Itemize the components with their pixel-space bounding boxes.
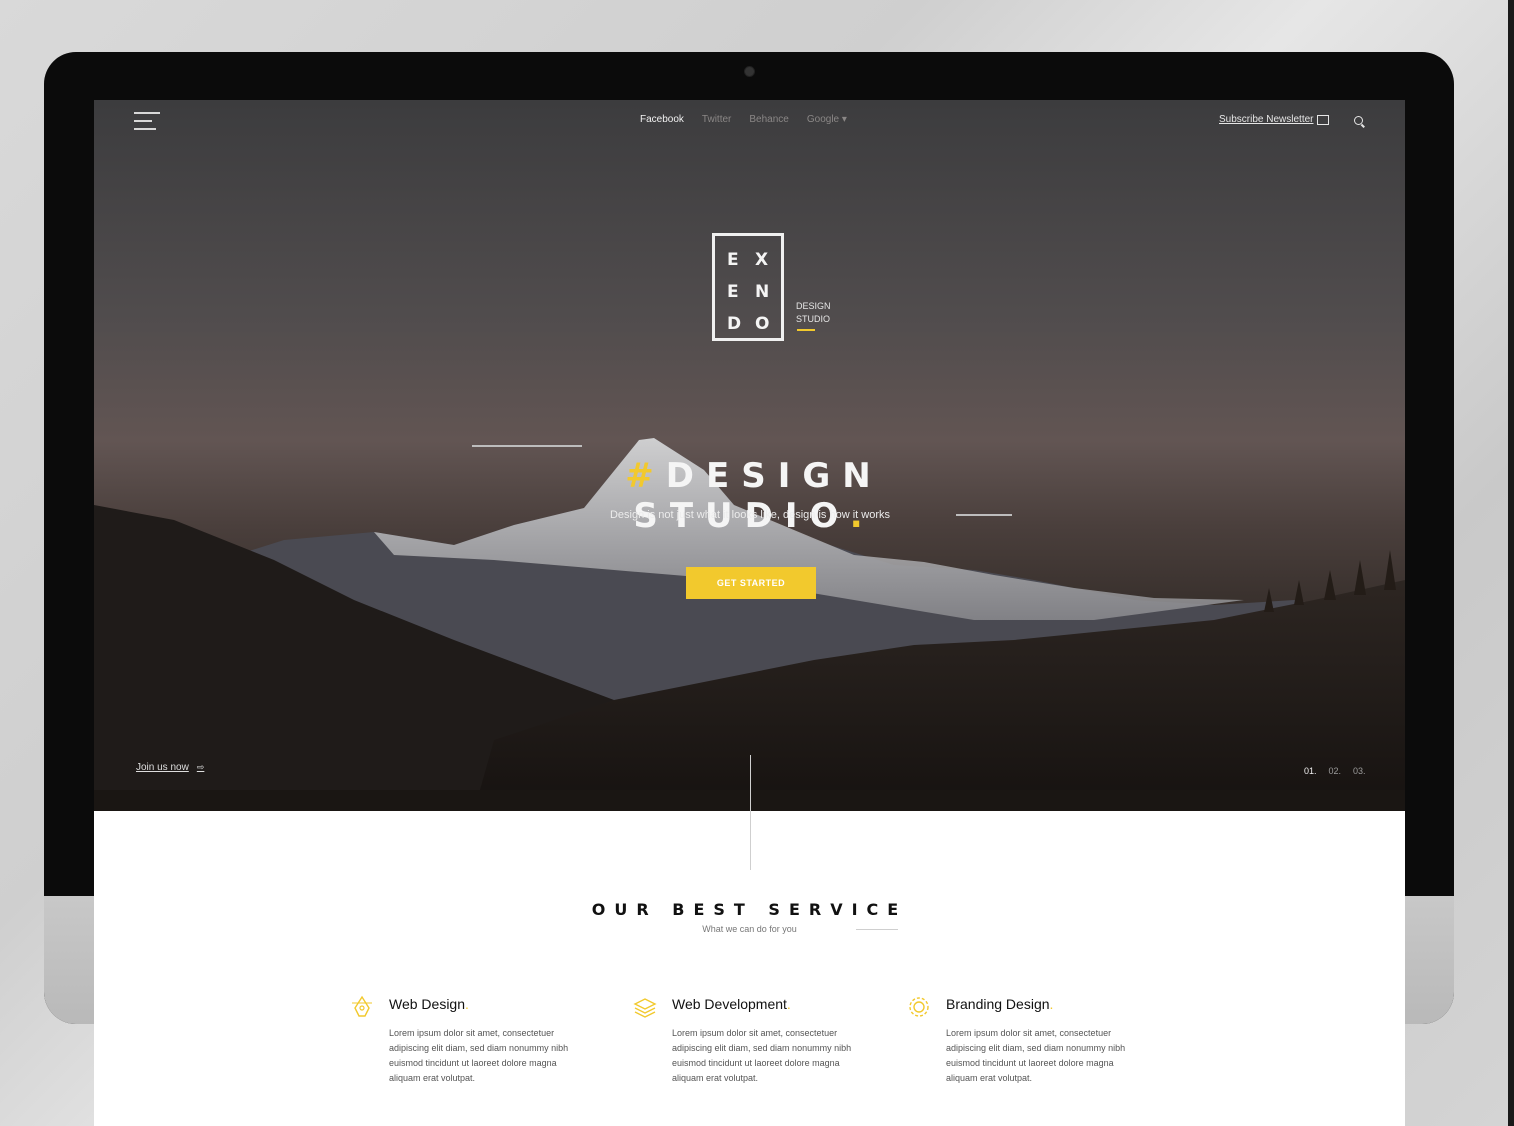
pager-item[interactable]: 02. [1329,766,1342,776]
logo-letter: E [727,250,739,270]
service-title-text: Branding Design [946,996,1050,1012]
service-description: Lorem ipsum dolor sit amet, consectetuer… [672,1028,852,1083]
service-title-dot: . [1049,996,1054,1012]
service-title-dot: . [465,996,469,1012]
services-subtitle: What we can do for you [702,924,797,934]
get-started-button[interactable]: GET STARTED [686,567,816,599]
logo-letter: X [755,250,769,270]
service-description: Lorem ipsum dolor sit amet, consectetuer… [946,1028,1126,1083]
website-screen: Facebook Twitter Behance Google ▾ Subscr… [94,100,1405,1126]
service-title-dot: . [786,996,791,1012]
background-edge [1508,0,1514,1126]
logo-subtitle: DESIGN STUDIO [796,300,831,326]
service-web-design: Web Design. Lorem ipsum dolor sit amet, … [352,995,619,1086]
logo: E X E N D O [712,233,784,341]
service-title: Web Development. [672,996,902,1012]
hero-title: #DESIGN STUDIO. [494,456,1014,536]
pager-item[interactable]: 03. [1353,766,1366,776]
social-nav: Facebook Twitter Behance Google ▾ [640,114,847,125]
join-us-link[interactable]: Join us now ⇨ [136,762,204,773]
service-title-text: Web Development [672,996,787,1012]
hero-title-text: DESIGN STUDIO [633,456,883,536]
hero-section: Facebook Twitter Behance Google ▾ Subscr… [94,100,1405,811]
nav-link-google[interactable]: Google ▾ [807,114,847,125]
pen-tool-icon [352,995,372,1017]
service-branding-design: Branding Design. Lorem ipsum dolor sit a… [909,996,1176,1086]
nav-link-behance[interactable]: Behance [749,114,788,125]
menu-icon[interactable] [134,112,160,132]
services-title: OUR BEST SERVICE [591,900,908,919]
logo-letter: N [755,282,770,302]
hero-hash: # [625,456,666,496]
arrow-right-icon: ⇨ [196,762,205,772]
logo-letter: E [727,282,739,302]
search-icon[interactable] [1354,116,1363,125]
decorative-rule [472,445,582,447]
logo-accent-bar [797,329,815,331]
logo-letter: D [727,314,742,334]
mail-icon [1317,114,1330,125]
logo-sub-line: DESIGN [796,301,831,311]
service-description: Lorem ipsum dolor sit amet, consectetuer… [389,1028,569,1083]
logo-sub-line: STUDIO [796,314,831,324]
join-label: Join us now [136,762,189,773]
gear-icon [909,997,929,1017]
nav-link-facebook[interactable]: Facebook [640,114,684,125]
scroll-divider [750,755,751,870]
decorative-rule [856,929,898,930]
subscribe-newsletter-link[interactable]: Subscribe Newsletter [1219,114,1330,125]
nav-link-twitter[interactable]: Twitter [702,114,731,125]
service-web-development: Web Development. Lorem ipsum dolor sit a… [633,996,902,1086]
logo-letter: O [755,314,770,334]
decorative-rule [956,514,1012,516]
hero-subtitle: Design is not just what it looks like, d… [609,509,890,521]
pager-item[interactable]: 01. [1304,766,1317,776]
service-title-text: Web Design [389,996,466,1012]
service-title: Branding Design. [946,996,1176,1012]
subscribe-label: Subscribe Newsletter [1219,114,1314,125]
slide-pager: 01. 02. 03. [1304,766,1366,776]
camera-icon [744,66,755,77]
service-title: Web Design. [389,996,619,1012]
layers-icon [633,998,657,1018]
